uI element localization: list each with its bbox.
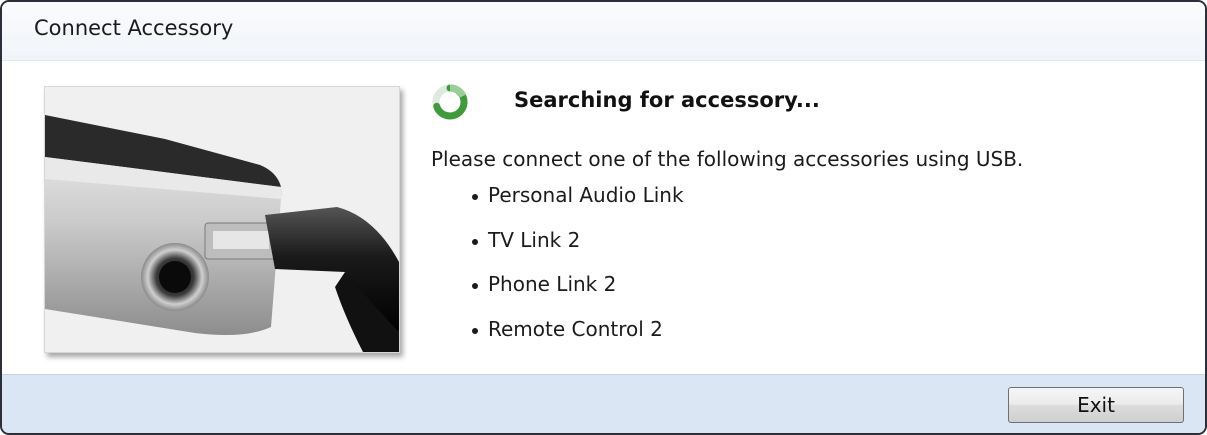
bullet-icon [472, 327, 478, 334]
accessory-label: Remote Control 2 [488, 316, 663, 341]
list-item: Personal Audio Link [472, 183, 684, 228]
window-title: Connect Accessory [34, 16, 234, 40]
accessory-label: Personal Audio Link [488, 183, 684, 207]
dialog-footer: Exit [2, 374, 1205, 433]
accessory-label: Phone Link 2 [488, 272, 617, 296]
exit-button[interactable]: Exit [1008, 387, 1184, 423]
list-item: TV Link 2 [472, 228, 684, 273]
usb-device-illustration [44, 86, 400, 353]
list-item: Remote Control 2 [472, 317, 684, 362]
bullet-icon [472, 283, 478, 289]
dialog-content: Searching for accessory... Please connec… [2, 61, 1205, 375]
accessory-list: Personal Audio Link TV Link 2 Phone Link… [472, 183, 684, 361]
spinner-icon [432, 84, 468, 120]
bullet-icon [472, 194, 478, 200]
usb-connection-image [45, 87, 399, 352]
accessory-label: TV Link 2 [488, 227, 581, 252]
bullet-icon [472, 238, 478, 245]
title-bar: Connect Accessory [2, 2, 1205, 61]
status-heading: Searching for accessory... [514, 88, 820, 112]
connect-accessory-dialog: Connect Accessory Searching for accessor… [0, 0, 1207, 435]
list-item: Phone Link 2 [472, 272, 684, 317]
instruction-text: Please connect one of the following acce… [431, 147, 1024, 171]
